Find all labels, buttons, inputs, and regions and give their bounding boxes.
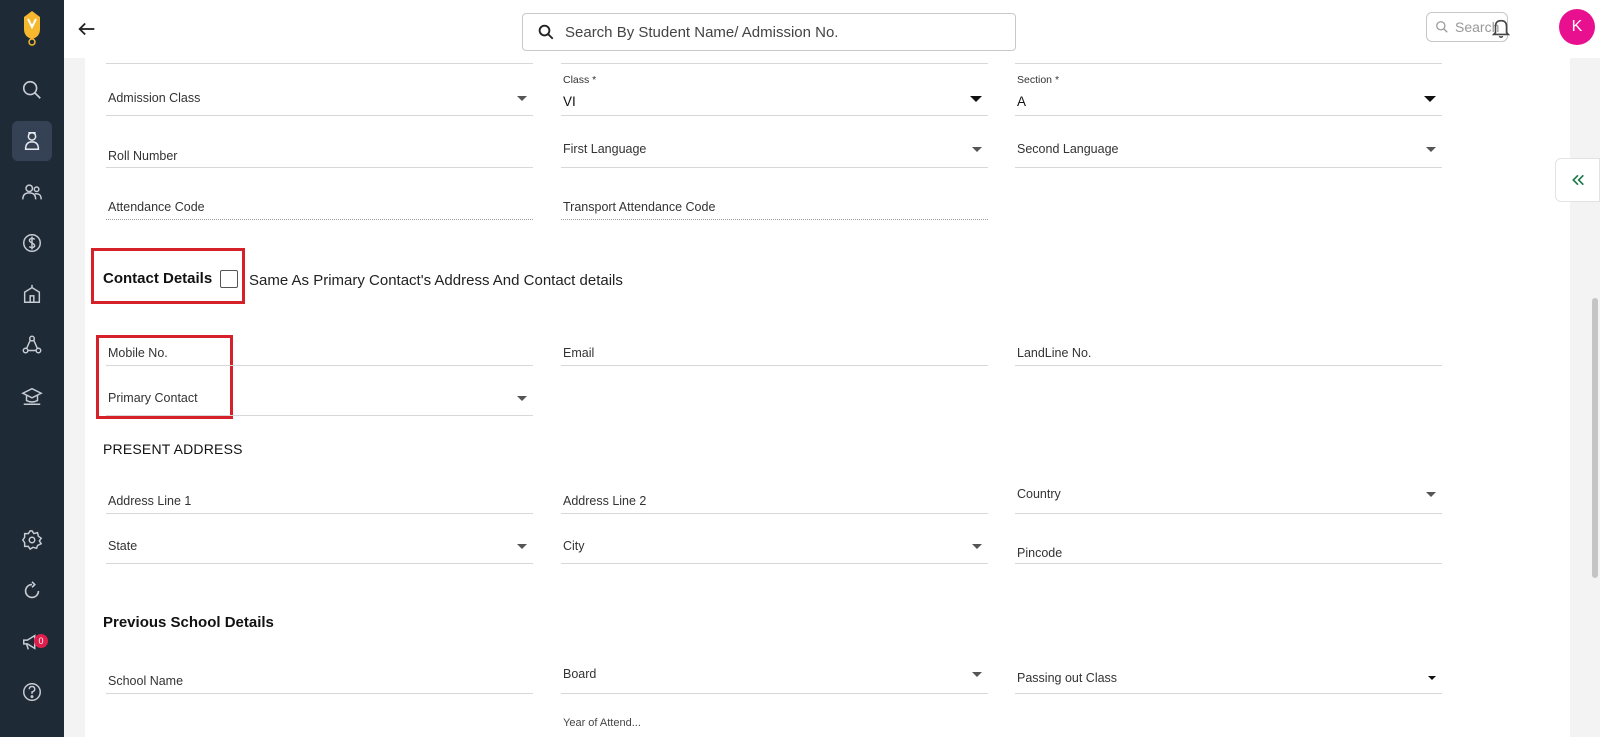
scrollbar-thumb[interactable] <box>1592 298 1598 578</box>
same-as-primary-checkbox[interactable] <box>220 270 238 288</box>
settings-icon[interactable] <box>12 520 52 560</box>
transport-attendance-code-label: Transport Attendance Code <box>563 200 716 214</box>
school-name-field[interactable]: School Name <box>106 662 533 694</box>
roll-number-field[interactable]: Roll Number <box>106 138 533 168</box>
first-language-label: First Language <box>563 142 647 156</box>
student-form-card: Admission Class Class * VI Section * A R… <box>85 58 1570 737</box>
student-search-input[interactable]: Search By Student Name/ Admission No. <box>522 13 1016 51</box>
year-attended-label: Year of Attend... <box>563 717 641 727</box>
section-select[interactable]: Section * A <box>1015 74 1442 116</box>
dropdown-caret-icon <box>972 147 982 152</box>
collapse-panel-button[interactable] <box>1555 158 1600 202</box>
dropdown-caret-icon <box>1426 147 1436 152</box>
school-icon[interactable] <box>12 274 52 314</box>
first-language-select[interactable]: First Language <box>561 130 988 168</box>
search-icon[interactable] <box>12 70 52 110</box>
dropdown-caret-icon <box>517 96 527 101</box>
attendance-code-label: Attendance Code <box>108 200 205 214</box>
primary-contact-label: Primary Contact <box>108 391 198 405</box>
pincode-field[interactable]: Pincode <box>1015 532 1442 564</box>
transport-attendance-code-field[interactable]: Transport Attendance Code <box>561 190 988 220</box>
section-value: A <box>1017 94 1027 109</box>
passing-out-class-label: Passing out Class <box>1017 671 1118 685</box>
landline-number-label: LandLine No. <box>1017 346 1092 360</box>
partial-field-1[interactable] <box>106 56 533 64</box>
dropdown-caret-icon <box>972 672 982 677</box>
student-icon[interactable] <box>12 121 52 161</box>
dropdown-caret-icon <box>517 544 527 549</box>
section-label: Section * <box>1017 74 1060 86</box>
board-label: Board <box>563 667 597 681</box>
activities-icon[interactable] <box>12 325 52 365</box>
state-label: State <box>108 539 138 553</box>
passing-out-class-select[interactable]: Passing out Class <box>1015 660 1442 694</box>
top-header: Search By Student Name/ Admission No. Se… <box>64 0 1600 58</box>
class-label: Class * <box>563 74 597 86</box>
city-label: City <box>563 539 585 553</box>
partial-field-2[interactable] <box>561 56 988 64</box>
back-arrow-icon[interactable] <box>76 18 98 40</box>
same-as-primary-label: Same As Primary Contact's Address And Co… <box>249 272 623 289</box>
dropdown-caret-icon <box>1426 492 1436 497</box>
dropdown-caret-icon <box>972 544 982 549</box>
academics-icon[interactable] <box>12 376 52 416</box>
city-select[interactable]: City <box>561 526 988 564</box>
address-line2-field[interactable]: Address Line 2 <box>561 482 988 514</box>
landline-number-field[interactable]: LandLine No. <box>1015 334 1442 366</box>
state-select[interactable]: State <box>106 526 533 564</box>
address-line2-label: Address Line 2 <box>563 494 647 508</box>
app-logo-icon[interactable] <box>18 9 46 47</box>
dropdown-caret-icon <box>517 396 527 401</box>
people-icon[interactable] <box>12 172 52 212</box>
user-avatar[interactable]: K <box>1559 9 1595 45</box>
search-icon <box>538 24 554 40</box>
dropdown-caret-icon <box>1428 676 1436 680</box>
second-language-select[interactable]: Second Language <box>1015 130 1442 168</box>
present-address-title: PRESENT ADDRESS <box>103 441 243 457</box>
dropdown-caret-icon <box>1424 96 1436 102</box>
dropdown-caret-icon <box>970 96 982 102</box>
attendance-code-field[interactable]: Attendance Code <box>106 190 533 220</box>
country-select[interactable]: Country <box>1015 476 1442 514</box>
address-line1-label: Address Line 1 <box>108 494 192 508</box>
pincode-label: Pincode <box>1017 546 1063 560</box>
partial-field-3[interactable] <box>1015 56 1442 64</box>
sidebar: 0 <box>0 0 64 737</box>
double-chevron-left-icon <box>1571 174 1584 186</box>
primary-contact-select[interactable]: Primary Contact <box>106 378 533 416</box>
search-icon <box>1436 21 1448 33</box>
board-select[interactable]: Board <box>561 656 988 694</box>
school-name-label: School Name <box>108 674 184 688</box>
contact-details-title: Contact Details <box>103 270 213 287</box>
country-label: Country <box>1017 487 1061 501</box>
search-placeholder: Search By Student Name/ Admission No. <box>565 23 839 41</box>
previous-school-title: Previous School Details <box>103 614 274 631</box>
notification-badge: 0 <box>34 634 48 648</box>
fees-icon[interactable] <box>12 223 52 263</box>
bell-icon[interactable] <box>1490 17 1512 39</box>
sync-icon[interactable] <box>12 571 52 611</box>
second-language-label: Second Language <box>1017 142 1119 156</box>
class-select[interactable]: Class * VI <box>561 74 988 116</box>
mobile-number-field[interactable]: Mobile No. <box>106 334 533 366</box>
help-icon[interactable] <box>12 672 52 712</box>
class-value: VI <box>563 94 576 109</box>
address-line1-field[interactable]: Address Line 1 <box>106 482 533 514</box>
email-label: Email <box>563 346 595 360</box>
email-field[interactable]: Email <box>561 334 988 366</box>
roll-number-label: Roll Number <box>108 149 178 163</box>
admission-class-select[interactable]: Admission Class <box>106 78 533 116</box>
admission-class-label: Admission Class <box>108 91 201 105</box>
mobile-number-label: Mobile No. <box>108 346 168 360</box>
